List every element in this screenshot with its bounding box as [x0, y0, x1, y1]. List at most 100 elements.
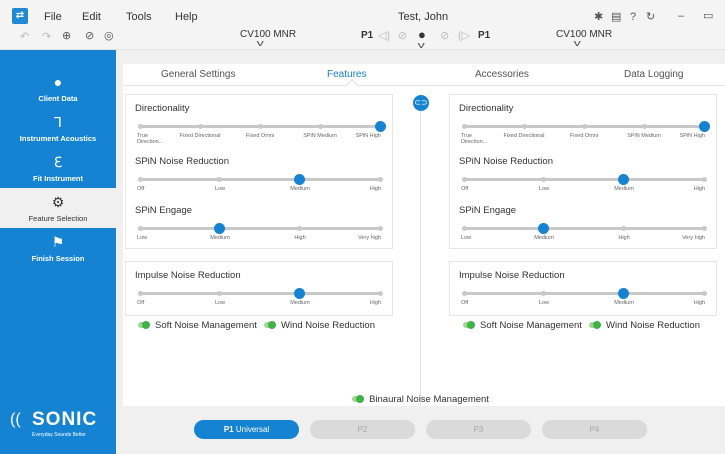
program-button-p2[interactable]: P2: [310, 420, 415, 439]
program-id: P3: [473, 425, 484, 434]
slider-tick[interactable]: [581, 124, 587, 129]
toggle-switch[interactable]: [138, 321, 150, 330]
spin-noise-slider[interactable]: [461, 174, 707, 185]
maximize-icon[interactable]: ▭: [703, 10, 713, 22]
slider-tick[interactable]: [137, 291, 143, 296]
help-question-icon[interactable]: ?: [630, 11, 636, 23]
slider-label: Medium: [534, 235, 554, 241]
toggle-switch[interactable]: [589, 321, 601, 330]
menu-file[interactable]: File: [44, 11, 62, 23]
slider-tick[interactable]: [137, 124, 143, 129]
binaural-label: Binaural Noise Management: [369, 394, 489, 405]
slider-tick[interactable]: [297, 226, 303, 231]
right-soft-noise-toggle[interactable]: Soft Noise Management: [463, 320, 582, 331]
slider-tick[interactable]: [137, 177, 143, 182]
settings-gear-icon[interactable]: ✱: [594, 11, 603, 23]
slider-tick[interactable]: [701, 177, 707, 182]
slider-tick[interactable]: [217, 177, 223, 182]
slider-tick[interactable]: [257, 124, 263, 129]
volume-icon[interactable]: ◁): [378, 30, 390, 42]
left-wind-noise-toggle[interactable]: Wind Noise Reduction: [264, 320, 375, 331]
redo-icon[interactable]: ↷: [42, 31, 51, 43]
slider-tick[interactable]: [461, 177, 467, 182]
impulse-slider[interactable]: [137, 288, 383, 299]
toggle-switch[interactable]: [264, 321, 276, 330]
slider-knob[interactable]: [374, 121, 386, 132]
tab-data-logging[interactable]: Data Logging: [624, 69, 684, 80]
slider-knob[interactable]: [698, 121, 710, 132]
sidebar-item-feature-selection[interactable]: ⚙ Feature Selection: [0, 188, 116, 228]
minimize-icon[interactable]: –: [678, 10, 684, 22]
slider-knob[interactable]: [618, 174, 630, 185]
slider-tick[interactable]: [137, 226, 143, 231]
chevron-down-icon[interactable]: v: [574, 38, 581, 48]
slider-label: True Direction...: [137, 133, 164, 145]
slider-knob[interactable]: [538, 223, 550, 234]
directionality-slider[interactable]: [137, 121, 386, 132]
slider-label: Very high: [358, 235, 381, 241]
toggle-switch[interactable]: [352, 395, 365, 404]
program-button-p1[interactable]: P1 Universal: [194, 420, 299, 439]
slider-tick[interactable]: [461, 291, 467, 296]
slider-tick[interactable]: [377, 291, 383, 296]
ear-icon: ℇ: [53, 154, 63, 170]
slider-tick[interactable]: [197, 124, 203, 129]
left-device-selector[interactable]: CV100 MNR: [240, 29, 296, 40]
slider-tick[interactable]: [377, 177, 383, 182]
toggle-switch[interactable]: [463, 321, 475, 330]
chevron-down-icon[interactable]: v: [257, 38, 264, 48]
slider-tick[interactable]: [701, 291, 707, 296]
spin-noise-slider[interactable]: [137, 174, 383, 185]
undo-icon[interactable]: ↶: [20, 31, 29, 43]
tab-features[interactable]: Features: [327, 69, 366, 80]
slider-label: Off: [137, 186, 145, 192]
sidebar-item-client-data[interactable]: ● Client Data: [0, 68, 116, 108]
connect-crosshair-icon[interactable]: ⊕: [62, 30, 71, 42]
slider-tick[interactable]: [541, 177, 547, 182]
target-icon[interactable]: ◎: [104, 30, 114, 42]
slider-tick[interactable]: [641, 124, 647, 129]
sidebar-item-finish-session[interactable]: ⚑ Finish Session: [0, 228, 116, 268]
slider-tick[interactable]: [461, 226, 467, 231]
spin-engage-slider[interactable]: [137, 223, 383, 234]
program-button-p3[interactable]: P3: [426, 420, 531, 439]
right-wind-noise-toggle[interactable]: Wind Noise Reduction: [589, 320, 700, 331]
sidebar-item-fit-instrument[interactable]: ℇ Fit Instrument: [0, 148, 116, 188]
directionality-slider[interactable]: [461, 121, 710, 132]
left-soft-noise-toggle[interactable]: Soft Noise Management: [138, 320, 257, 331]
volume-icon[interactable]: (▷: [458, 30, 470, 42]
sync-icon[interactable]: ⊘: [85, 30, 94, 42]
mute-icon[interactable]: ⊘: [398, 30, 407, 42]
sidebar-item-instrument-acoustics[interactable]: ꓶ Instrument Acoustics: [0, 108, 116, 148]
slider-label: Low: [461, 235, 472, 241]
program-button-p4[interactable]: P4: [542, 420, 647, 439]
mute-icon[interactable]: ⊘: [440, 30, 449, 42]
slider-tick[interactable]: [217, 291, 223, 296]
slider-tick[interactable]: [521, 124, 527, 129]
slider-tick[interactable]: [701, 226, 707, 231]
menu-help[interactable]: Help: [175, 11, 198, 23]
slider-tick[interactable]: [541, 291, 547, 296]
slider-tick[interactable]: [377, 226, 383, 231]
right-device-selector[interactable]: CV100 MNR: [556, 29, 612, 40]
menu-edit[interactable]: Edit: [82, 11, 101, 23]
binaural-noise-toggle[interactable]: Binaural Noise Management: [352, 394, 489, 405]
slider-tick[interactable]: [621, 226, 627, 231]
program-name: Universal: [235, 425, 270, 434]
slider-knob[interactable]: [214, 223, 226, 234]
spin-engage-slider[interactable]: [461, 223, 707, 234]
slider-knob[interactable]: [294, 174, 306, 185]
refresh-icon[interactable]: ↻: [646, 11, 655, 23]
slider-tick[interactable]: [317, 124, 323, 129]
slider-knob[interactable]: [618, 288, 630, 299]
tab-accessories[interactable]: Accessories: [475, 69, 529, 80]
menu-tools[interactable]: Tools: [126, 11, 152, 23]
print-icon[interactable]: ▤: [611, 11, 621, 23]
link-sides-icon[interactable]: ⊂⊃: [413, 95, 429, 111]
chevron-down-icon[interactable]: v: [418, 40, 425, 50]
impulse-slider[interactable]: [461, 288, 707, 299]
tab-general-settings[interactable]: General Settings: [161, 69, 236, 80]
slider-tick[interactable]: [461, 124, 467, 129]
slider-label: High: [369, 186, 381, 192]
slider-knob[interactable]: [294, 288, 306, 299]
